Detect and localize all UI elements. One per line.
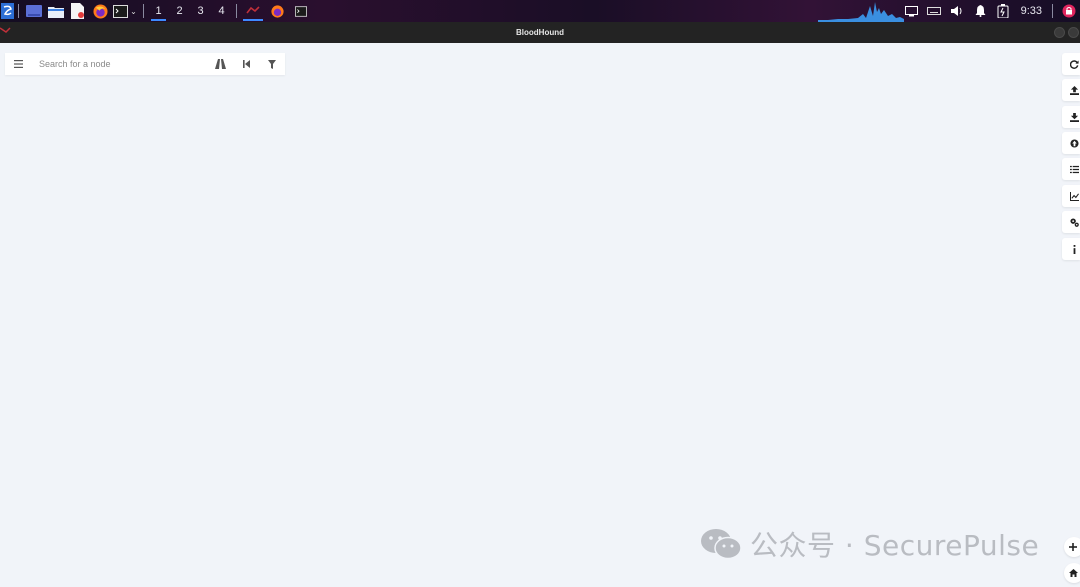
window-titlebar: BloodHound (0, 22, 1080, 43)
folder-icon (48, 6, 64, 18)
home-icon (1069, 569, 1078, 577)
firefox-icon (270, 4, 284, 18)
battery-button[interactable] (992, 0, 1015, 22)
show-desktop-button[interactable] (23, 0, 45, 22)
file-manager-button[interactable] (45, 0, 67, 22)
taskbar-separator (236, 4, 237, 18)
pathfinding-button[interactable] (207, 53, 233, 75)
window-icon (0, 27, 11, 33)
clock[interactable]: 9:33 (1015, 5, 1048, 17)
watermark-text: 公众号 · SecurePulse (750, 529, 1040, 562)
firefox-icon (92, 3, 108, 19)
taskbar-separator (18, 4, 19, 18)
desktop-icon (26, 5, 42, 17)
kali-logo-icon (0, 3, 14, 19)
window-terminal[interactable] (289, 0, 313, 22)
filter-button[interactable] (259, 53, 285, 75)
battery-icon (997, 4, 1009, 18)
refresh-icon (1070, 59, 1079, 69)
terminal-icon (113, 4, 129, 18)
wechat-logo-icon (701, 529, 742, 560)
window-title: BloodHound (516, 28, 564, 37)
lock-button[interactable] (1057, 0, 1080, 22)
upload-circle-icon (1070, 138, 1079, 148)
upload-button[interactable] (1062, 79, 1080, 101)
network-graph-icon (818, 2, 904, 22)
lock-icon (1062, 4, 1075, 18)
zoom-in-button[interactable] (1064, 537, 1080, 557)
firefox-button[interactable] (89, 0, 111, 22)
zoom-in-icon (1069, 543, 1077, 551)
search-panel (5, 53, 285, 75)
filter-icon (268, 59, 276, 69)
text-editor-icon (71, 3, 84, 19)
queries-button[interactable] (1062, 158, 1080, 180)
watermark: 公众号 · SecurePulse (700, 524, 1039, 564)
search-input[interactable] (31, 54, 201, 74)
menu-icon (13, 60, 23, 68)
bloodhound-app-icon (246, 6, 260, 14)
workspace-2[interactable]: 2 (169, 0, 190, 22)
database-info-button[interactable] (1062, 185, 1080, 207)
taskbar-separator (1052, 4, 1053, 18)
upload-data-button[interactable] (1062, 132, 1080, 154)
upload-icon (1070, 85, 1079, 95)
chevron-down-icon[interactable]: ⌄ (130, 7, 137, 16)
screen-button[interactable] (900, 0, 923, 22)
bell-icon (975, 5, 986, 17)
export-button[interactable] (1062, 106, 1080, 128)
chart-icon (1070, 191, 1079, 201)
pathfinding-icon (214, 59, 226, 69)
home-button[interactable] (1064, 563, 1080, 583)
download-icon (1070, 112, 1079, 122)
volume-button[interactable] (946, 0, 969, 22)
workspace-1[interactable]: 1 (148, 0, 169, 22)
volume-icon (951, 6, 962, 16)
info-icon (1073, 244, 1076, 254)
minimize-button[interactable] (1054, 27, 1065, 38)
taskbar: ⌄ 1 2 3 4 9:33 (0, 0, 1080, 22)
text-editor-button[interactable] (67, 0, 89, 22)
close-button[interactable] (1068, 27, 1079, 38)
taskbar-separator (143, 4, 144, 18)
about-button[interactable] (1062, 238, 1080, 260)
keyboard-button[interactable] (923, 0, 946, 22)
settings-button[interactable] (1062, 211, 1080, 233)
workspace-3[interactable]: 3 (190, 0, 211, 22)
back-button[interactable] (233, 53, 259, 75)
workspace-4[interactable]: 4 (211, 0, 232, 22)
monitor-icon (904, 5, 918, 16)
app-menu-button[interactable] (0, 0, 14, 22)
settings-icon (1070, 217, 1079, 227)
terminal-icon (295, 5, 307, 17)
list-icon (1070, 165, 1079, 173)
system-tray: 9:33 (900, 0, 1080, 22)
notifications-button[interactable] (969, 0, 992, 22)
terminal-button[interactable]: ⌄ (111, 0, 139, 22)
menu-button[interactable] (5, 53, 31, 75)
keyboard-icon (927, 7, 942, 15)
window-firefox[interactable] (265, 0, 289, 22)
back-icon (242, 60, 250, 68)
refresh-button[interactable] (1062, 53, 1080, 75)
window-bloodhound[interactable] (241, 0, 265, 22)
